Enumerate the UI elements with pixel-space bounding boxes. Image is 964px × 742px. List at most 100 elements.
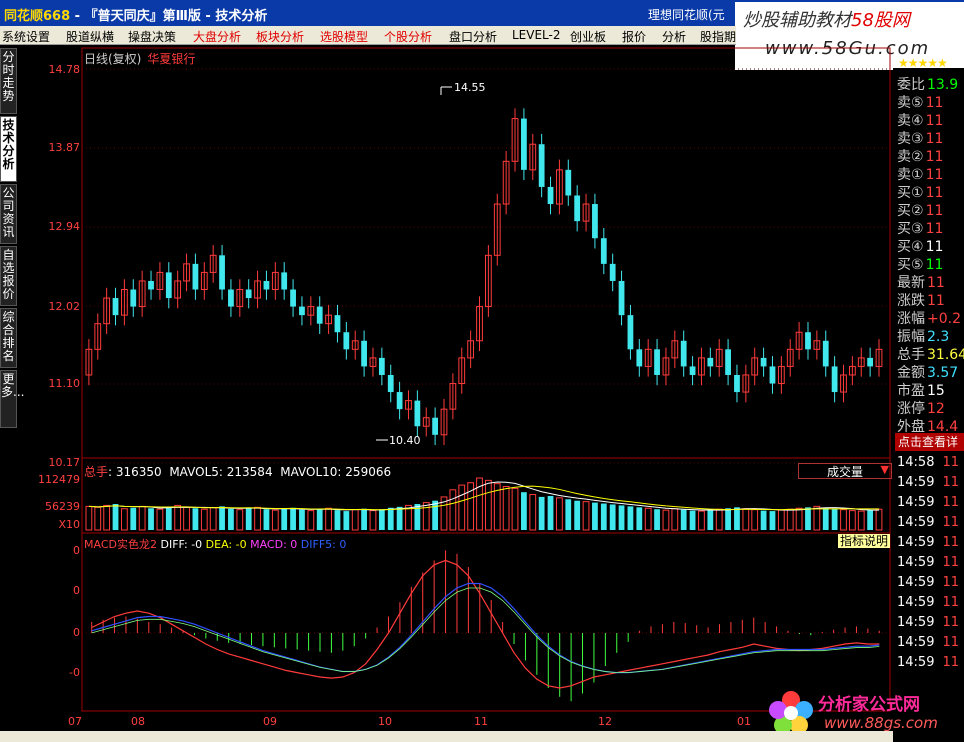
volume-bar <box>857 510 865 531</box>
tick-time: 14:59 <box>897 555 935 570</box>
high-price-label: 14.55 <box>454 81 486 94</box>
price-tick: 12.94 <box>48 220 81 233</box>
volume-bar <box>228 508 234 530</box>
candle-body <box>600 238 607 264</box>
volume-bar <box>618 505 625 530</box>
volume-bar <box>627 506 634 530</box>
volume-bar <box>502 486 510 531</box>
quote-label: 卖② <box>897 149 924 165</box>
quote-value: 11 <box>925 185 944 201</box>
date-tick: 11 <box>474 715 488 728</box>
date-tick: 09 <box>263 715 277 728</box>
quote-row: 振幅 2.3 <box>897 326 964 346</box>
tick-row: 14:59 11 <box>897 495 959 510</box>
volume-bar <box>174 504 182 531</box>
volume-bar <box>156 508 164 531</box>
quote-row: 涨停 12 <box>897 398 964 418</box>
volume-bar <box>734 507 740 530</box>
volume-bar <box>529 494 537 531</box>
volume-bar <box>831 508 838 530</box>
volume-bar <box>396 506 403 530</box>
quote-row: 买⑤ 11 <box>897 254 964 274</box>
candle-body <box>769 366 776 384</box>
candle-body <box>725 349 731 375</box>
volume-bar <box>547 495 554 530</box>
macd-dea-line <box>91 582 880 674</box>
volume-bar <box>449 489 457 531</box>
volume-tick: 112479 <box>38 473 80 486</box>
macd-legend: MACD实色龙2 DIFF: -0 DEA: -0 MACD: 0 DIFF5:… <box>84 536 346 552</box>
quote-label: 最新 <box>897 275 925 291</box>
tick-time: 14:58 <box>897 455 935 470</box>
chart-frame <box>81 47 891 712</box>
dropdown-value: 成交量 <box>827 465 864 479</box>
volume-bar <box>715 508 723 531</box>
candle-body <box>387 374 394 393</box>
candle-body <box>867 357 874 367</box>
candle-body <box>760 357 767 367</box>
candle-body <box>263 280 270 290</box>
quote-value: 3.57 <box>927 365 959 381</box>
quote-label: 卖① <box>897 167 924 183</box>
volume-bar <box>760 510 767 530</box>
indicator-help-button[interactable]: 指标说明 <box>838 534 890 548</box>
quote-label: 卖⑤ <box>897 95 924 111</box>
macd-diff: DIFF: -0 <box>160 538 203 551</box>
quote-value: 11 <box>927 275 945 291</box>
volume-bar <box>200 508 208 531</box>
quote-value: 11 <box>925 167 944 183</box>
quote-row: 最新 11 <box>897 272 964 292</box>
tick-row: 14:59 11 <box>897 655 959 670</box>
price-tick: 10.17 <box>48 456 81 469</box>
volume-bar <box>343 511 350 530</box>
quote-row: 买④ 11 <box>897 236 964 256</box>
volume-bar <box>574 500 581 530</box>
volume-bar <box>299 509 305 530</box>
date-tick: 01 <box>737 715 751 728</box>
volume-bar <box>671 508 679 531</box>
candle-body <box>334 315 341 333</box>
quote-row: 总手 31.64 <box>897 344 964 364</box>
vol-total: 316350 <box>115 465 162 479</box>
quote-label: 涨跌 <box>897 293 925 309</box>
volume-bar <box>680 509 687 530</box>
macd-title: MACD实色龙2 <box>84 538 157 551</box>
volume-bar <box>378 509 385 530</box>
quote-value: 13.9 <box>927 77 959 93</box>
candle-body <box>281 272 288 290</box>
candle-body <box>689 366 696 375</box>
volume-bar <box>511 487 519 531</box>
kline-chart[interactable]: 14.55 10.40 <box>0 0 893 731</box>
candle-body <box>538 144 545 187</box>
quote-label: 总手 <box>897 347 925 363</box>
quote-row: 涨跌 11 <box>897 290 964 310</box>
quote-row: 卖④ 11 <box>897 110 964 130</box>
volume-bar <box>725 508 731 530</box>
quote-row: 买② 11 <box>897 200 964 220</box>
volume-bar <box>805 507 811 530</box>
volume-bar <box>112 504 119 530</box>
candle-body <box>228 289 234 307</box>
indicator-dropdown[interactable]: 成交量 ▼ <box>798 463 892 479</box>
volume-bar <box>138 505 146 531</box>
tick-price: 11 <box>942 655 960 670</box>
vol-total-label: 总手 <box>84 465 109 479</box>
quote-value: 11 <box>925 239 944 255</box>
tick-time: 14:59 <box>897 475 935 490</box>
view-details-button[interactable]: 点击查看详 <box>895 433 964 451</box>
quote-label: 买⑤ <box>897 257 924 273</box>
volume-bar <box>94 506 102 531</box>
candle-body <box>805 332 811 350</box>
volume-bar <box>848 510 856 531</box>
quote-row: 卖② 11 <box>897 146 964 166</box>
bottom-scrollbar[interactable] <box>0 731 893 742</box>
tick-row: 14:58 11 <box>897 455 959 470</box>
date-tick: 08 <box>131 715 145 728</box>
quote-label: 涨幅 <box>897 311 925 327</box>
volume-bar <box>538 496 545 530</box>
watermark-brand: 分析家公式网 <box>818 695 920 715</box>
macd-tick: 0 <box>73 544 80 557</box>
candle-body <box>680 340 687 367</box>
candle-body <box>636 349 643 367</box>
volume-bar <box>121 508 128 531</box>
